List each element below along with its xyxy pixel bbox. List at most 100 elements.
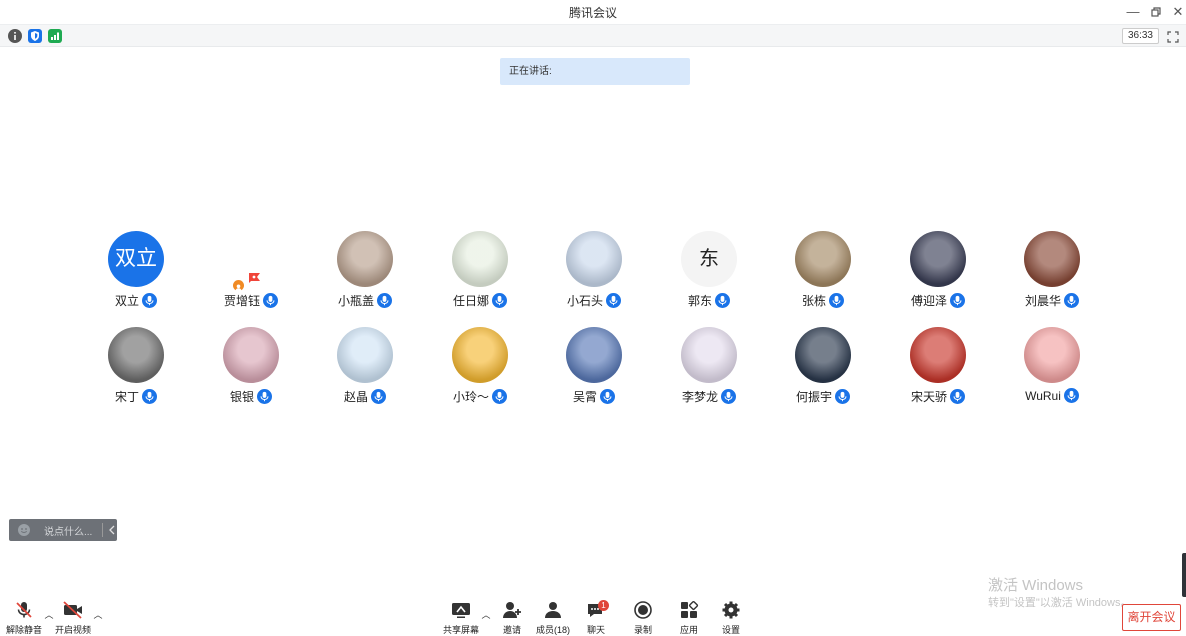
invite-button[interactable]: 邀请 — [490, 600, 534, 635]
chat-divider — [102, 523, 103, 537]
participant-name-row: 何振宇 — [768, 388, 878, 405]
mic-muted-icon — [16, 602, 32, 618]
chat-input-box[interactable]: 说点什么... — [9, 519, 117, 541]
participant-tile[interactable]: 张栋 — [768, 231, 878, 313]
cohost-flag-icon — [248, 271, 262, 283]
info-icon[interactable] — [8, 29, 22, 43]
participant-name-row: 吴霄 — [539, 388, 649, 405]
side-panel-handle[interactable] — [1182, 553, 1186, 597]
participant-tile[interactable]: 小玲～ — [425, 327, 535, 409]
host-badge-icon — [233, 280, 244, 291]
members-button[interactable]: 成员(18) — [531, 600, 575, 635]
record-button[interactable]: 录制 — [621, 600, 665, 635]
unmute-button[interactable]: 解除静音 — [2, 600, 46, 635]
participant-tile[interactable]: 吴霄 — [539, 327, 649, 409]
participant-name-row: 银银 — [196, 388, 306, 405]
restore-icon[interactable] — [1147, 3, 1165, 21]
participant-name: 张栋 — [801, 294, 826, 308]
chat-label: 聊天 — [586, 625, 605, 635]
participant-avatar — [452, 231, 508, 287]
record-icon — [634, 601, 652, 619]
mic-icon — [139, 389, 157, 404]
participant-tile[interactable]: 宋丁 — [81, 327, 191, 409]
minimize-icon[interactable]: — — [1124, 3, 1142, 21]
activation-watermark-hint: 转到"设置"以激活 Windows。 — [988, 597, 1132, 609]
participant-tile[interactable]: 何振宇 — [768, 327, 878, 409]
participant-name-row: 贾增钰 — [196, 292, 306, 309]
participant-name-row: 任日娜 — [425, 292, 535, 309]
participant-tile[interactable]: 宋天骄 — [883, 327, 993, 409]
mic-icon — [368, 389, 386, 404]
emoji-icon[interactable] — [17, 523, 31, 537]
share-screen-label: 共享屏幕 — [442, 625, 479, 635]
mic-icon — [260, 293, 278, 308]
participant-tile[interactable]: 傅迎泽 — [883, 231, 993, 313]
participant-name-row: WuRui — [997, 388, 1107, 403]
video-options-caret-icon[interactable]: ︿ — [93, 610, 103, 620]
participant-name-row: 傅迎泽 — [883, 292, 993, 309]
participant-name: 李梦龙 — [681, 390, 718, 404]
fullscreen-icon[interactable] — [1167, 30, 1179, 43]
settings-button[interactable]: 设置 — [709, 600, 753, 635]
speaking-indicator: 正在讲话: — [500, 58, 690, 85]
participant-name: 双立 — [114, 294, 139, 308]
mic-icon — [718, 389, 736, 404]
participant-name: 小石头 — [566, 294, 603, 308]
participant-avatar — [452, 327, 508, 383]
apps-label: 应用 — [679, 625, 698, 635]
participant-tile[interactable]: 小瓶盖 — [310, 231, 420, 313]
start-video-button[interactable]: 开启视频 — [51, 600, 95, 635]
mic-icon — [1061, 388, 1079, 403]
network-signal-icon[interactable] — [48, 29, 62, 43]
mic-icon — [139, 293, 157, 308]
leave-meeting-button[interactable]: 离开会议 — [1122, 604, 1181, 631]
participant-tile[interactable]: 双立 双立 — [81, 231, 191, 313]
chat-button[interactable]: 聊天 1 — [574, 600, 618, 635]
participant-avatar — [795, 231, 851, 287]
apps-button[interactable]: 应用 — [667, 600, 711, 635]
close-icon[interactable]: ✕ — [1169, 3, 1186, 21]
mic-icon — [832, 389, 850, 404]
participant-tile[interactable]: WuRui — [997, 327, 1107, 409]
mic-icon — [489, 389, 507, 404]
participant-tile[interactable]: 贾增钰 — [196, 231, 306, 313]
share-screen-icon — [452, 603, 470, 618]
mic-icon — [254, 389, 272, 404]
participant-tile[interactable]: 任日娜 — [425, 231, 535, 313]
mic-icon — [826, 293, 844, 308]
participant-tile[interactable]: 小石头 — [539, 231, 649, 313]
participant-avatar — [910, 327, 966, 383]
security-shield-icon[interactable] — [28, 29, 42, 43]
participant-name: 小玲～ — [452, 390, 489, 404]
participant-avatar: 东 — [681, 231, 737, 287]
participant-avatar — [108, 327, 164, 383]
participant-name: 银银 — [229, 390, 254, 404]
participant-name-row: 赵晶 — [310, 388, 420, 405]
chat-placeholder[interactable]: 说点什么... — [44, 523, 92, 538]
participant-name: 贾增钰 — [223, 294, 260, 308]
participant-tile[interactable]: 东郭东 — [654, 231, 764, 313]
participant-name: 小瓶盖 — [337, 294, 374, 308]
participant-name: 任日娜 — [452, 294, 489, 308]
share-screen-button[interactable]: 共享屏幕 — [439, 600, 483, 635]
meeting-timer: 36:33 — [1121, 28, 1159, 44]
chevron-left-icon[interactable] — [108, 525, 116, 535]
mic-icon — [712, 293, 730, 308]
participant-avatar — [681, 327, 737, 383]
participant-avatar — [566, 231, 622, 287]
participant-name-row: 李梦龙 — [654, 388, 764, 405]
participant-tile[interactable]: 赵晶 — [310, 327, 420, 409]
participant-name: 宋天骄 — [910, 390, 947, 404]
chat-unread-badge: 1 — [598, 600, 609, 611]
meeting-window: 腾讯会议 — ✕ 36:33 正在讲话: 双立 双立 贾增钰 小瓶盖 任日娜 小石头东郭东… — [0, 0, 1186, 636]
participant-name: 郭东 — [687, 294, 712, 308]
members-label: 成员(18) — [535, 625, 570, 635]
participant-name-row: 小瓶盖 — [310, 292, 420, 309]
participant-tile[interactable]: 刘晨华 — [997, 231, 1107, 313]
participant-tile[interactable]: 李梦龙 — [654, 327, 764, 409]
members-icon — [545, 602, 561, 618]
participant-tile[interactable]: 银银 — [196, 327, 306, 409]
mic-icon — [603, 293, 621, 308]
camera-off-icon — [63, 601, 82, 619]
mic-icon — [597, 389, 615, 404]
